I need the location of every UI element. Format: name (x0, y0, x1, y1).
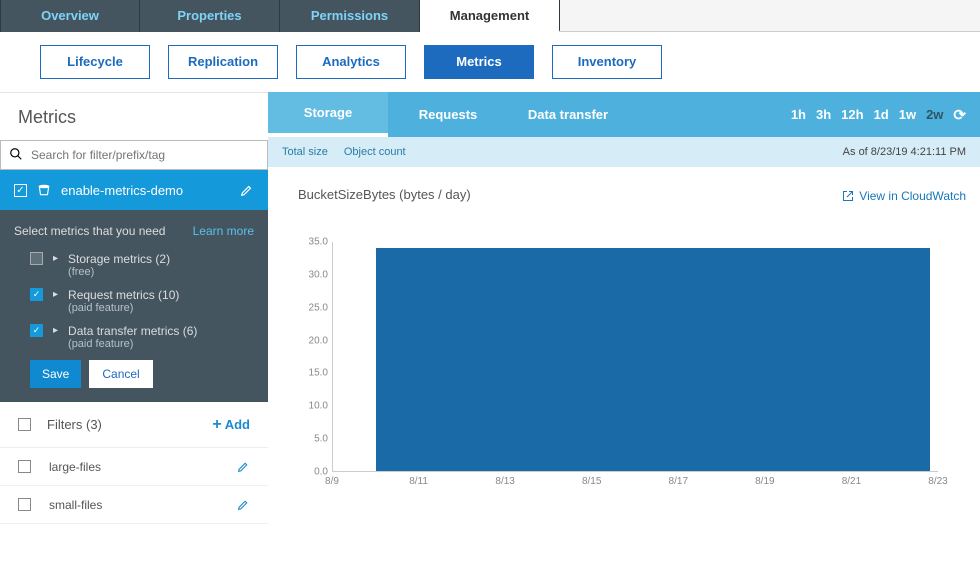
metric-transfer-checkbox[interactable] (30, 324, 43, 337)
main-tabs-spacer (560, 0, 980, 31)
bucket-header[interactable]: enable-metrics-demo (0, 170, 268, 210)
metric-option-requests[interactable]: ▸ Request metrics (10) (paid feature) (30, 288, 254, 314)
add-filter-button[interactable]: +Add (212, 416, 250, 434)
filter-item-small-files[interactable]: small-files (0, 486, 268, 524)
metric-requests-sublabel: (paid feature) (68, 302, 179, 314)
metric-transfer-sublabel: (paid feature) (68, 338, 197, 350)
bucket-icon (37, 183, 51, 197)
sectab-transfer[interactable]: Data transfer (508, 92, 628, 137)
search-input[interactable] (31, 141, 267, 169)
range-12h[interactable]: 12h (841, 107, 863, 122)
search-row (0, 140, 268, 170)
learn-more-link[interactable]: Learn more (193, 224, 254, 238)
view-in-cloudwatch-link[interactable]: View in CloudWatch (842, 189, 966, 203)
subtab-replication[interactable]: Replication (168, 45, 278, 79)
metric-transfer-label: Data transfer metrics (6) (68, 324, 197, 338)
edit-filter-icon[interactable] (237, 498, 250, 511)
chart-plot: 0.05.010.015.020.025.030.035.0 8/98/118/… (298, 242, 938, 492)
filter-label: large-files (49, 460, 101, 474)
metric-option-storage[interactable]: ▸ Storage metrics (2) (free) (30, 252, 254, 278)
chart-bar (376, 248, 930, 471)
edit-filter-icon[interactable] (237, 460, 250, 473)
timestamp-label: As of 8/23/19 4:21:11 PM (843, 146, 966, 158)
cancel-button[interactable]: Cancel (89, 360, 152, 388)
metric-requests-label: Request metrics (10) (68, 288, 179, 302)
filter-label: small-files (49, 498, 102, 512)
metric-option-transfer[interactable]: ▸ Data transfer metrics (6) (paid featur… (30, 324, 254, 350)
range-1d[interactable]: 1d (874, 107, 889, 122)
save-button[interactable]: Save (30, 360, 81, 388)
select-metrics-heading: Select metrics that you need (14, 224, 165, 238)
tab-permissions[interactable]: Permissions (280, 0, 420, 32)
subtab-inventory[interactable]: Inventory (552, 45, 662, 79)
range-3h[interactable]: 3h (816, 107, 831, 122)
chart-area: View in CloudWatch BucketSizeBytes (byte… (268, 167, 980, 492)
range-1h[interactable]: 1h (791, 107, 806, 122)
search-icon (1, 147, 31, 164)
tab-properties[interactable]: Properties (140, 0, 280, 32)
metrics-category-tabs: Storage Requests Data transfer 1h 3h 12h… (268, 92, 980, 137)
metric-storage-sublabel: (free) (68, 266, 170, 278)
subtab-analytics[interactable]: Analytics (296, 45, 406, 79)
subtab-lifecycle[interactable]: Lifecycle (40, 45, 150, 79)
storage-subheader: Total size Object count As of 8/23/19 4:… (268, 137, 980, 167)
subtab-metrics[interactable]: Metrics (424, 45, 534, 79)
left-panel: Metrics enable-metrics-demo Select metri… (0, 92, 268, 561)
filters-checkbox[interactable] (18, 418, 31, 431)
right-panel: Storage Requests Data transfer 1h 3h 12h… (268, 92, 980, 561)
range-1w[interactable]: 1w (899, 107, 916, 122)
main-tabs: Overview Properties Permissions Manageme… (0, 0, 980, 32)
bucket-checkbox[interactable] (14, 184, 27, 197)
filter-checkbox[interactable] (18, 498, 31, 511)
edit-bucket-icon[interactable] (240, 183, 254, 197)
filter-item-large-files[interactable]: large-files (0, 448, 268, 486)
sub-tabs: Lifecycle Replication Analytics Metrics … (0, 32, 980, 82)
range-2w[interactable]: 2w (926, 107, 943, 122)
bucket-label: enable-metrics-demo (61, 183, 183, 198)
tab-management[interactable]: Management (420, 0, 560, 32)
link-total-size[interactable]: Total size (282, 146, 328, 158)
chevron-right-icon: ▸ (53, 253, 58, 264)
metric-storage-label: Storage metrics (2) (68, 252, 170, 266)
chevron-right-icon: ▸ (53, 325, 58, 336)
sectab-storage[interactable]: Storage (268, 92, 388, 137)
metrics-options-panel: Select metrics that you need Learn more … (0, 210, 268, 402)
refresh-icon[interactable]: ⟳ (953, 106, 966, 124)
link-object-count[interactable]: Object count (344, 146, 406, 158)
metric-storage-checkbox[interactable] (30, 252, 43, 265)
filters-label: Filters (3) (47, 417, 102, 432)
sectab-requests[interactable]: Requests (388, 92, 508, 137)
metrics-heading: Metrics (0, 93, 268, 140)
filter-checkbox[interactable] (18, 460, 31, 473)
time-range-selector: 1h 3h 12h 1d 1w 2w ⟳ (777, 92, 980, 137)
tab-overview[interactable]: Overview (0, 0, 140, 32)
chevron-right-icon: ▸ (53, 289, 58, 300)
filters-header: Filters (3) +Add (0, 402, 268, 448)
metric-requests-checkbox[interactable] (30, 288, 43, 301)
